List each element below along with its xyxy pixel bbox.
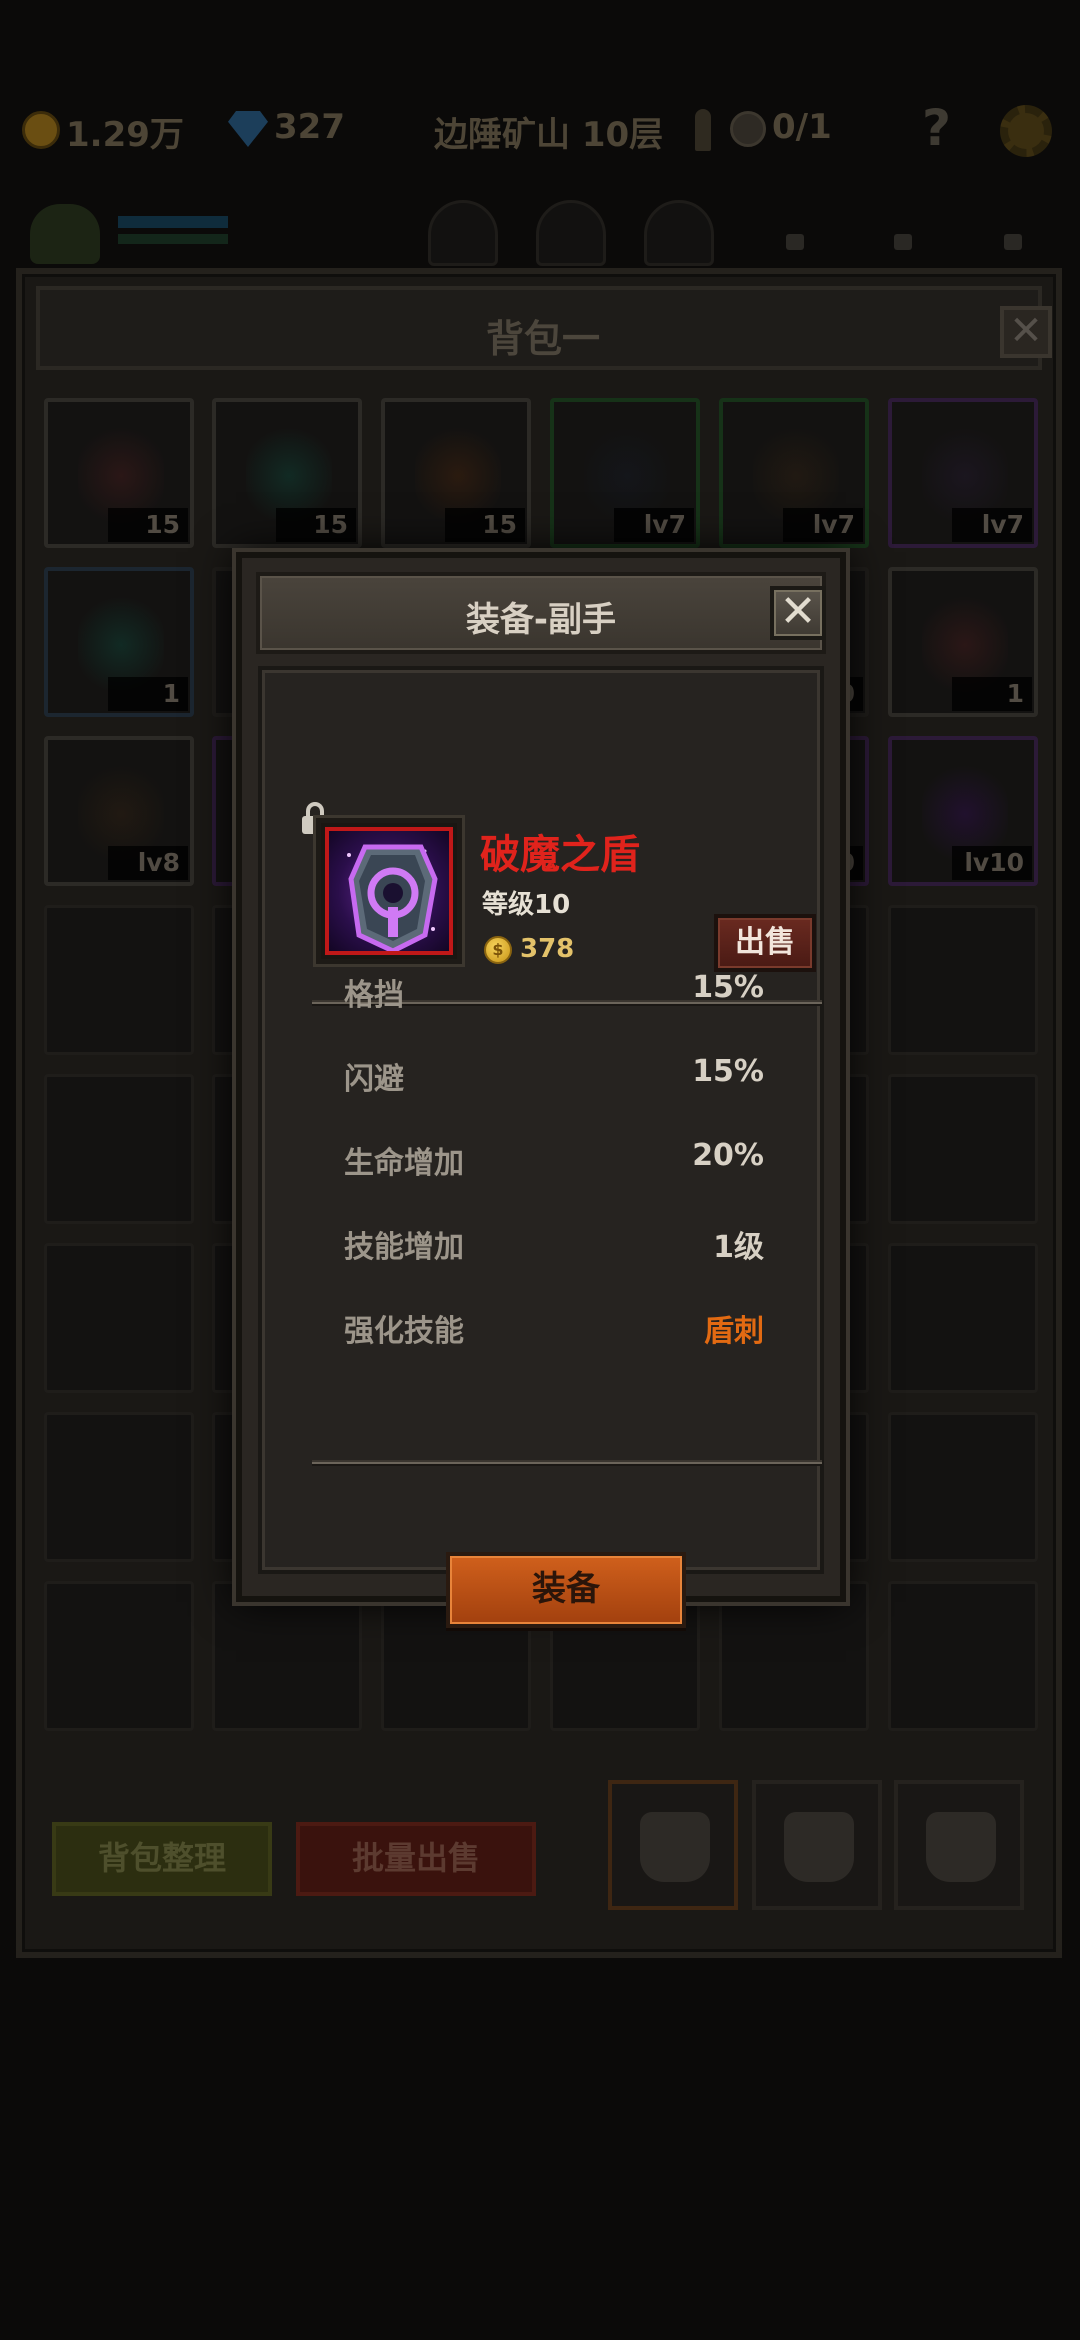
item-count: 1 [952,677,1032,711]
item-count: lv7 [952,508,1032,542]
hero-health-bar [118,216,228,228]
location-name: 边陲矿山 10层 [434,115,664,155]
dialog-header: 装备-副手 ✕ [256,572,826,654]
lock-icon [894,234,912,250]
shield-item-icon [325,827,453,955]
equip-button[interactable]: 装备 [446,1552,686,1628]
item-count: 15 [108,508,188,542]
gem-icon [228,111,268,147]
sort-bag-button[interactable]: 背包整理 [52,1822,272,1896]
item-count: lv8 [108,846,188,880]
bag-slot[interactable]: 15 [212,398,362,548]
shield-icon [347,844,438,951]
hero-slot[interactable] [644,200,714,266]
gear-icon[interactable] [1000,105,1052,157]
item-count: lv7 [783,508,863,542]
stat-label: 强化技能 [344,1314,464,1349]
gold-coin-icon [22,111,60,149]
stat-label: 格挡 [344,978,404,1013]
bag-icon [784,1812,854,1882]
item-count: 15 [276,508,356,542]
item-icon-frame [316,818,462,964]
stat-label: 闪避 [344,1062,404,1097]
bag-tab-1[interactable] [608,1780,738,1910]
bag-slot[interactable] [44,1074,194,1224]
hero-slot[interactable] [536,200,606,266]
gold-amount: 1.29万 [66,115,184,155]
stat-value: 1级 [713,1230,764,1265]
item-level: 等级10 [482,890,571,920]
bag-title: 背包一 [485,317,600,361]
bag-slot[interactable]: 15 [381,398,531,548]
top-status-bar: 1.29万 327 边陲矿山 10层 0/1 ? [0,95,1080,175]
stat-value: 20% [692,1138,764,1173]
stat-value: 15% [692,1054,764,1089]
item-name: 破魔之盾 [480,832,640,878]
bag-slot[interactable] [888,1243,1038,1393]
skull-icon [730,111,766,147]
item-count: lv7 [614,508,694,542]
item-count: 1 [108,677,188,711]
bag-slot[interactable]: lv7 [550,398,700,548]
bag-slot[interactable] [44,1412,194,1562]
bag-slot[interactable] [888,1581,1038,1731]
bag-slot[interactable]: 1 [888,567,1038,717]
bag-slot[interactable]: 1 [44,567,194,717]
key-count: 0/1 [772,107,832,147]
bag-close-button[interactable]: ✕ [1000,306,1052,358]
key-icon [695,109,711,151]
gold-coin-icon: $ [484,936,512,964]
bulk-sell-button[interactable]: 批量出售 [296,1822,536,1896]
bag-slot[interactable]: lv10 [888,736,1038,886]
bag-slot[interactable] [888,905,1038,1055]
lock-icon [786,234,804,250]
stat-label: 生命增加 [344,1146,464,1181]
bag-tab-2[interactable] [752,1780,882,1910]
hero-row [0,200,1080,270]
item-detail-dialog: 装备-副手 ✕ 破魔之盾 等级10 $ 378 出售 格挡 15% 闪避 15%… [236,552,846,1628]
bag-slot[interactable] [719,1581,869,1731]
bag-icon [640,1812,710,1882]
bag-slot[interactable]: lv8 [44,736,194,886]
stat-label: 技能增加 [344,1230,464,1265]
item-count: lv10 [952,846,1032,880]
stat-value: 盾刺 [704,1314,764,1349]
dialog-body: 破魔之盾 等级10 $ 378 出售 格挡 15% 闪避 15% 生命增加 20% 技能增加… [258,666,824,1628]
bag-slot[interactable] [44,905,194,1055]
gem-amount: 327 [274,107,345,147]
bag-tab-3[interactable] [894,1780,1024,1910]
help-icon[interactable]: ? [922,99,951,157]
item-price: 378 [520,934,575,964]
dialog-close-button[interactable]: ✕ [770,586,826,640]
bag-header: 背包一 ✕ [36,286,1052,370]
hero-avatar[interactable] [30,204,100,264]
divider [312,1460,822,1466]
bag-slot[interactable] [888,1074,1038,1224]
bag-slot[interactable]: lv7 [888,398,1038,548]
sell-button[interactable]: 出售 [714,914,816,972]
bag-slot[interactable] [44,1581,194,1731]
bag-slot[interactable] [888,1412,1038,1562]
lock-icon [1004,234,1022,250]
bag-slot[interactable] [44,1243,194,1393]
dialog-title: 装备-副手 [465,600,617,640]
item-count: 15 [445,508,525,542]
hero-mana-bar [118,234,228,244]
hero-slot[interactable] [428,200,498,266]
bag-slot[interactable] [212,1581,362,1731]
bag-slot[interactable]: 15 [44,398,194,548]
bag-icon [926,1812,996,1882]
bag-slot[interactable]: lv7 [719,398,869,548]
stat-value: 15% [692,970,764,1005]
